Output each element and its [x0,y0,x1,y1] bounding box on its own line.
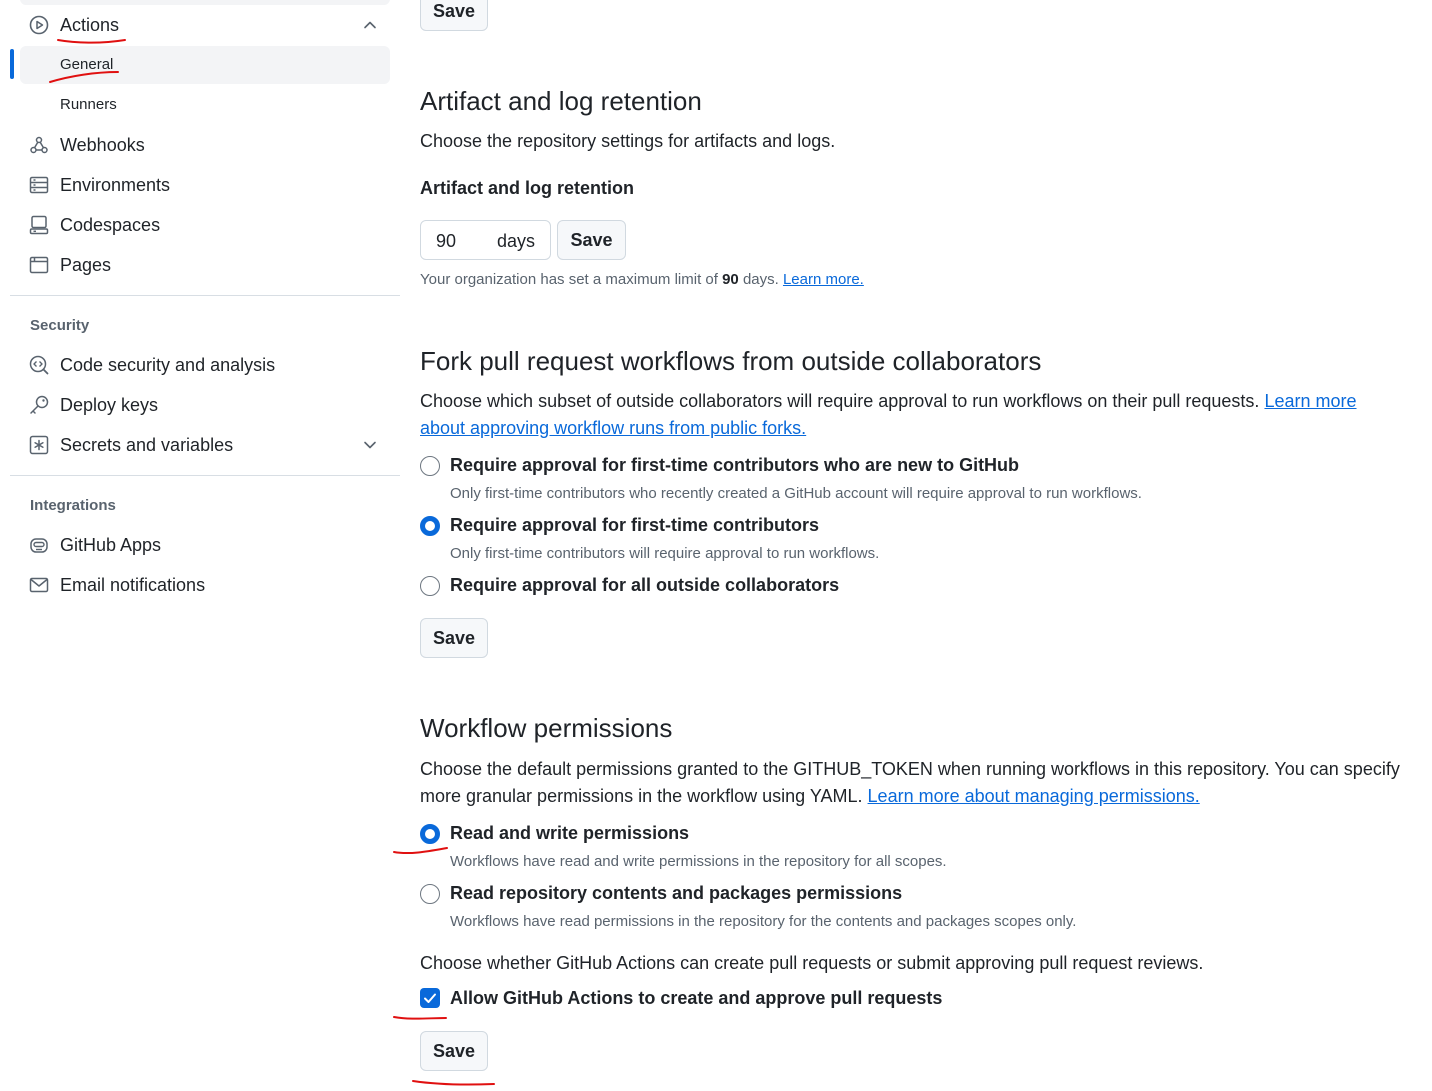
retention-days-input[interactable]: 90 days [420,220,551,260]
save-button-previous[interactable]: Save [420,0,488,31]
fork-section-title: Fork pull request workflows from outside… [420,346,1042,376]
sidebar-item-label: Runners [60,96,117,113]
sidebar-item-label: Code security and analysis [60,354,276,375]
fork-option-new-to-github-desc: Only first-time contributors who recentl… [450,485,1142,502]
settings-sidebar: Actions General Runners Webhooks Environ… [0,0,400,1091]
key-icon [30,395,49,414]
active-indicator [10,49,14,79]
sidebar-item-label: Email notifications [60,574,206,595]
fork-option-new-to-github-radio[interactable] [420,456,440,476]
codespaces-icon [29,215,49,235]
artifact-section-description: Choose the repository settings for artif… [420,131,836,151]
browser-icon [29,256,49,274]
sidebar-item-secrets[interactable]: Secrets and variables [20,426,390,464]
read-write-permissions-radio[interactable] [420,824,440,844]
workflow-description-line1: Choose the default permissions granted t… [420,759,1400,779]
fork-section-description: Choose which subset of outside collabora… [420,388,1380,442]
retention-learn-more-link[interactable]: Learn more. [783,271,864,288]
sidebar-item-webhooks[interactable]: Webhooks [20,126,390,164]
sidebar-item-code-security[interactable]: Code security and analysis [20,346,390,384]
sidebar-item-general[interactable]: General [20,46,390,84]
retention-note-prefix: Your organization has set a maximum limi… [420,271,723,288]
sidebar-item-github-apps[interactable]: GitHub Apps [20,526,390,564]
fork-option-first-time-radio[interactable] [420,516,440,536]
pr-permission-question: Choose whether GitHub Actions can create… [420,953,1204,973]
allow-create-pr-checkbox[interactable] [420,988,440,1008]
sidebar-item-actions[interactable]: Actions [20,6,390,44]
save-fork-button[interactable]: Save [420,618,488,658]
sidebar-item-label: Deploy keys [60,394,159,415]
read-write-permissions-label[interactable]: Read and write permissions [450,823,689,844]
read-write-permissions-desc: Workflows have read and write permission… [450,853,947,870]
fork-option-first-time-desc: Only first-time contributors will requir… [450,545,880,562]
sidebar-item-label: Webhooks [60,134,145,155]
fork-option-new-to-github-label[interactable]: Require approval for first-time contribu… [450,455,1019,476]
sidebar-item-label: Codespaces [60,214,161,235]
key-asterisk-icon [29,435,49,455]
sidebar-item-runners[interactable]: Runners [20,86,390,124]
workflow-learn-more-link[interactable]: Learn more about managing permissions. [868,786,1200,806]
codescan-icon [29,355,49,375]
allow-create-pr-label[interactable]: Allow GitHub Actions to create and appro… [450,988,942,1009]
fork-option-all-outside-radio[interactable] [420,576,440,596]
artifact-field-label: Artifact and log retention [420,178,635,198]
server-icon [29,176,49,194]
sidebar-item-label: General [60,56,114,73]
previous-nav-item[interactable] [20,0,390,5]
sidebar-item-label: Pages [60,254,112,275]
sidebar-item-label: Actions [60,14,120,35]
fork-learn-more-link[interactable]: Learn more [1264,391,1356,411]
retention-note-limit: 90 [722,271,739,288]
chevron-down-icon[interactable] [362,437,378,453]
sidebar-item-label: GitHub Apps [60,534,162,555]
read-only-permissions-radio[interactable] [420,884,440,904]
sidebar-item-label: Environments [60,174,171,195]
checkmark-icon [424,993,436,1003]
sidebar-item-pages[interactable]: Pages [20,246,390,284]
sidebar-group-integrations: Integrations [30,497,116,514]
retention-days-value: 90 [436,231,457,251]
sidebar-item-deploy-keys[interactable]: Deploy keys [20,386,390,424]
read-only-permissions-desc: Workflows have read permissions in the r… [450,913,1077,930]
fork-description-text: Choose which subset of outside collabora… [420,391,1260,411]
read-only-permissions-label[interactable]: Read repository contents and packages pe… [450,883,902,904]
sidebar-divider [10,475,400,476]
save-retention-button[interactable]: Save [557,220,626,260]
retention-note: Your organization has set a maximum limi… [420,271,864,288]
retention-note-suffix: days. [738,271,783,288]
play-icon [29,15,49,35]
fork-option-first-time-label[interactable]: Require approval for first-time contribu… [450,515,819,536]
actions-general-settings: Save Artifact and log retention Choose t… [420,0,1410,1091]
save-workflow-permissions-button[interactable]: Save [420,1031,488,1071]
fork-learn-more-link-cont[interactable]: about approving workflow runs from publi… [420,418,806,438]
webhook-icon [30,136,48,154]
sidebar-item-codespaces[interactable]: Codespaces [20,206,390,244]
sidebar-group-security: Security [30,317,90,334]
chevron-up-icon[interactable] [362,17,378,33]
hubot-icon [30,538,48,553]
sidebar-divider [10,295,400,296]
workflow-permissions-title: Workflow permissions [420,713,673,743]
workflow-permissions-description: Choose the default permissions granted t… [420,756,1400,810]
sidebar-item-environments[interactable]: Environments [20,166,390,204]
artifact-section-title: Artifact and log retention [420,86,702,116]
mail-icon [29,577,49,593]
retention-days-unit: days [496,231,535,251]
workflow-description-line2: more granular permissions in the workflo… [420,786,863,806]
sidebar-item-label: Secrets and variables [60,434,234,455]
fork-option-all-outside-label[interactable]: Require approval for all outside collabo… [450,575,839,596]
sidebar-item-email-notifications[interactable]: Email notifications [20,566,390,604]
